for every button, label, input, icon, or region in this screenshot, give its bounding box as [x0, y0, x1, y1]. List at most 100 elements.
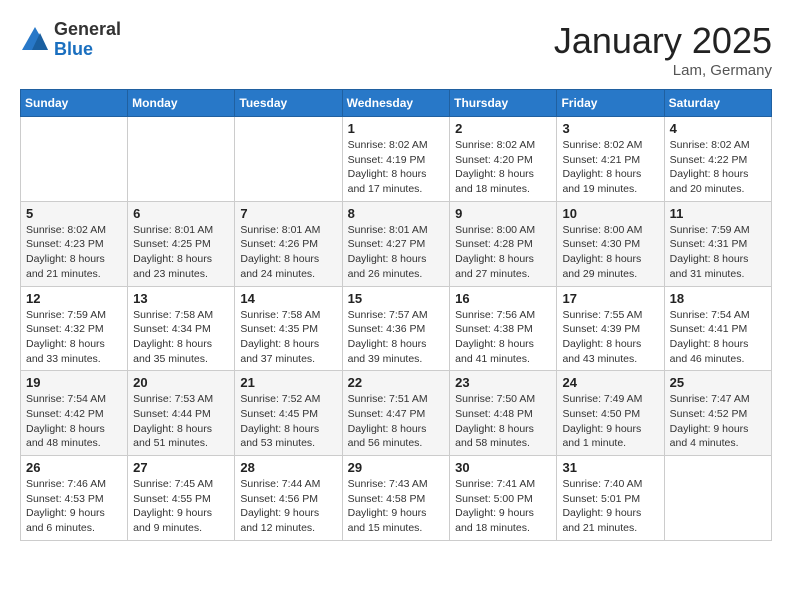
- title-block: January 2025 Lam, Germany: [554, 20, 772, 79]
- day-info: Sunrise: 8:02 AM Sunset: 4:23 PM Dayligh…: [26, 223, 122, 282]
- calendar-cell: [235, 117, 342, 202]
- calendar-cell: 23 Sunrise: 7:50 AM Sunset: 4:48 PM Dayli…: [450, 371, 557, 456]
- day-info: Sunrise: 7:40 AM Sunset: 5:01 PM Dayligh…: [562, 477, 658, 536]
- day-info: Sunrise: 7:53 AM Sunset: 4:44 PM Dayligh…: [133, 392, 229, 451]
- day-number: 28: [240, 460, 336, 475]
- day-number: 6: [133, 206, 229, 221]
- logo-general: General: [54, 19, 121, 39]
- calendar-cell: 5 Sunrise: 8:02 AM Sunset: 4:23 PM Daylig…: [21, 201, 128, 286]
- logo: General Blue: [20, 20, 121, 60]
- calendar-cell: 15 Sunrise: 7:57 AM Sunset: 4:36 PM Dayli…: [342, 286, 450, 371]
- weekday-header: Friday: [557, 90, 664, 117]
- day-number: 19: [26, 375, 122, 390]
- day-info: Sunrise: 7:49 AM Sunset: 4:50 PM Dayligh…: [562, 392, 658, 451]
- calendar-cell: 13 Sunrise: 7:58 AM Sunset: 4:34 PM Dayli…: [128, 286, 235, 371]
- calendar-cell: [664, 456, 771, 541]
- calendar-week-row: 12Sunrise: 7:59 AM Sunset: 4:32 PM Dayli…: [21, 286, 772, 371]
- day-number: 10: [562, 206, 658, 221]
- day-info: Sunrise: 7:43 AM Sunset: 4:58 PM Dayligh…: [348, 477, 445, 536]
- logo-icon: [20, 25, 50, 55]
- day-info: Sunrise: 7:58 AM Sunset: 4:35 PM Dayligh…: [240, 308, 336, 367]
- day-info: Sunrise: 7:57 AM Sunset: 4:36 PM Dayligh…: [348, 308, 445, 367]
- calendar-week-row: 5 Sunrise: 8:02 AM Sunset: 4:23 PM Daylig…: [21, 201, 772, 286]
- calendar-cell: 17Sunrise: 7:55 AM Sunset: 4:39 PM Dayli…: [557, 286, 664, 371]
- month-title: January 2025: [554, 20, 772, 62]
- day-info: Sunrise: 8:01 AM Sunset: 4:25 PM Dayligh…: [133, 223, 229, 282]
- day-info: Sunrise: 7:41 AM Sunset: 5:00 PM Dayligh…: [455, 477, 551, 536]
- calendar-cell: 22 Sunrise: 7:51 AM Sunset: 4:47 PM Dayli…: [342, 371, 450, 456]
- day-number: 25: [670, 375, 766, 390]
- day-number: 30: [455, 460, 551, 475]
- calendar: SundayMondayTuesdayWednesdayThursdayFrid…: [20, 89, 772, 541]
- calendar-cell: 8Sunrise: 8:01 AM Sunset: 4:27 PM Daylig…: [342, 201, 450, 286]
- day-info: Sunrise: 8:00 AM Sunset: 4:30 PM Dayligh…: [562, 223, 658, 282]
- calendar-cell: 24 Sunrise: 7:49 AM Sunset: 4:50 PM Dayli…: [557, 371, 664, 456]
- weekday-header: Sunday: [21, 90, 128, 117]
- calendar-cell: 1 Sunrise: 8:02 AM Sunset: 4:19 PM Daylig…: [342, 117, 450, 202]
- weekday-header: Monday: [128, 90, 235, 117]
- day-number: 4: [670, 121, 766, 136]
- day-info: Sunrise: 7:50 AM Sunset: 4:48 PM Dayligh…: [455, 392, 551, 451]
- page-header: General Blue January 2025 Lam, Germany: [20, 20, 772, 79]
- day-info: Sunrise: 7:52 AM Sunset: 4:45 PM Dayligh…: [240, 392, 336, 451]
- day-number: 17: [562, 291, 658, 306]
- calendar-cell: 16Sunrise: 7:56 AM Sunset: 4:38 PM Dayli…: [450, 286, 557, 371]
- calendar-week-row: 1 Sunrise: 8:02 AM Sunset: 4:19 PM Daylig…: [21, 117, 772, 202]
- calendar-cell: 29 Sunrise: 7:43 AM Sunset: 4:58 PM Dayli…: [342, 456, 450, 541]
- day-info: Sunrise: 7:56 AM Sunset: 4:38 PM Dayligh…: [455, 308, 551, 367]
- calendar-cell: 4 Sunrise: 8:02 AM Sunset: 4:22 PM Daylig…: [664, 117, 771, 202]
- weekday-header: Wednesday: [342, 90, 450, 117]
- day-number: 26: [26, 460, 122, 475]
- calendar-cell: 12Sunrise: 7:59 AM Sunset: 4:32 PM Dayli…: [21, 286, 128, 371]
- calendar-cell: 21Sunrise: 7:52 AM Sunset: 4:45 PM Dayli…: [235, 371, 342, 456]
- day-info: Sunrise: 8:01 AM Sunset: 4:26 PM Dayligh…: [240, 223, 336, 282]
- day-number: 3: [562, 121, 658, 136]
- day-info: Sunrise: 8:02 AM Sunset: 4:20 PM Dayligh…: [455, 138, 551, 197]
- day-number: 14: [240, 291, 336, 306]
- day-number: 1: [348, 121, 445, 136]
- calendar-cell: [128, 117, 235, 202]
- day-info: Sunrise: 8:01 AM Sunset: 4:27 PM Dayligh…: [348, 223, 445, 282]
- day-number: 15: [348, 291, 445, 306]
- day-info: Sunrise: 7:51 AM Sunset: 4:47 PM Dayligh…: [348, 392, 445, 451]
- day-info: Sunrise: 8:02 AM Sunset: 4:22 PM Dayligh…: [670, 138, 766, 197]
- weekday-header: Thursday: [450, 90, 557, 117]
- day-info: Sunrise: 8:02 AM Sunset: 4:21 PM Dayligh…: [562, 138, 658, 197]
- day-number: 31: [562, 460, 658, 475]
- calendar-cell: 30 Sunrise: 7:41 AM Sunset: 5:00 PM Dayli…: [450, 456, 557, 541]
- day-number: 7: [240, 206, 336, 221]
- day-info: Sunrise: 8:02 AM Sunset: 4:19 PM Dayligh…: [348, 138, 445, 197]
- weekday-header: Saturday: [664, 90, 771, 117]
- calendar-cell: 18Sunrise: 7:54 AM Sunset: 4:41 PM Dayli…: [664, 286, 771, 371]
- calendar-cell: 31 Sunrise: 7:40 AM Sunset: 5:01 PM Dayli…: [557, 456, 664, 541]
- day-info: Sunrise: 7:47 AM Sunset: 4:52 PM Dayligh…: [670, 392, 766, 451]
- calendar-cell: 25 Sunrise: 7:47 AM Sunset: 4:52 PM Dayli…: [664, 371, 771, 456]
- day-info: Sunrise: 7:54 AM Sunset: 4:41 PM Dayligh…: [670, 308, 766, 367]
- day-number: 20: [133, 375, 229, 390]
- day-info: Sunrise: 7:58 AM Sunset: 4:34 PM Dayligh…: [133, 308, 229, 367]
- day-number: 9: [455, 206, 551, 221]
- day-number: 24: [562, 375, 658, 390]
- calendar-cell: 27Sunrise: 7:45 AM Sunset: 4:55 PM Dayli…: [128, 456, 235, 541]
- day-info: Sunrise: 7:44 AM Sunset: 4:56 PM Dayligh…: [240, 477, 336, 536]
- day-number: 29: [348, 460, 445, 475]
- calendar-cell: 6 Sunrise: 8:01 AM Sunset: 4:25 PM Daylig…: [128, 201, 235, 286]
- calendar-cell: 2 Sunrise: 8:02 AM Sunset: 4:20 PM Daylig…: [450, 117, 557, 202]
- day-number: 27: [133, 460, 229, 475]
- calendar-cell: 14 Sunrise: 7:58 AM Sunset: 4:35 PM Dayli…: [235, 286, 342, 371]
- logo-blue: Blue: [54, 39, 93, 59]
- day-info: Sunrise: 7:59 AM Sunset: 4:31 PM Dayligh…: [670, 223, 766, 282]
- day-info: Sunrise: 7:54 AM Sunset: 4:42 PM Dayligh…: [26, 392, 122, 451]
- calendar-cell: 3 Sunrise: 8:02 AM Sunset: 4:21 PM Daylig…: [557, 117, 664, 202]
- day-number: 2: [455, 121, 551, 136]
- day-number: 23: [455, 375, 551, 390]
- calendar-cell: 11 Sunrise: 7:59 AM Sunset: 4:31 PM Dayli…: [664, 201, 771, 286]
- calendar-cell: 10 Sunrise: 8:00 AM Sunset: 4:30 PM Dayli…: [557, 201, 664, 286]
- calendar-cell: 26Sunrise: 7:46 AM Sunset: 4:53 PM Dayli…: [21, 456, 128, 541]
- day-number: 11: [670, 206, 766, 221]
- location: Lam, Germany: [554, 62, 772, 79]
- day-number: 5: [26, 206, 122, 221]
- day-number: 13: [133, 291, 229, 306]
- day-number: 22: [348, 375, 445, 390]
- weekday-header: Tuesday: [235, 90, 342, 117]
